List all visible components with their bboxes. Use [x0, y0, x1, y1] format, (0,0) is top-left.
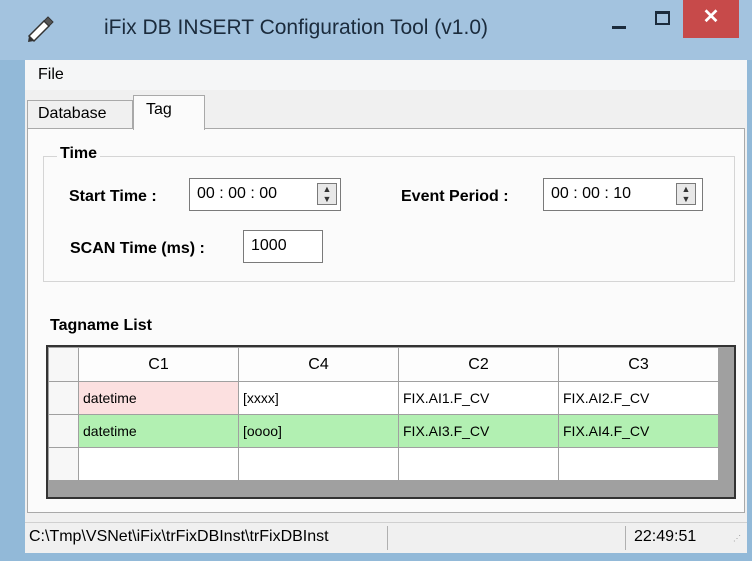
table-header-row: C1 C4 C2 C3	[48, 347, 719, 382]
table-row[interactable]: datetime [oooo] FIX.AI3.F_CV FIX.AI4.F_C…	[48, 414, 719, 448]
table-cell[interactable]: FIX.AI4.F_CV	[558, 414, 719, 448]
table-cell[interactable]: datetime	[78, 414, 239, 448]
status-bar: C:\Tmp\VSNet\iFix\trFixDBInst\trFixDBIns…	[25, 522, 747, 552]
row-header-corner	[48, 347, 79, 382]
row-header[interactable]	[48, 381, 79, 415]
app-window: iFix DB INSERT Configuration Tool (v1.0)…	[0, 0, 752, 561]
event-period-label: Event Period :	[401, 188, 509, 205]
table-cell[interactable]: datetime	[78, 381, 239, 415]
close-icon: ✕	[702, 6, 720, 28]
table-cell[interactable]	[78, 447, 239, 481]
window-title: iFix DB INSERT Configuration Tool (v1.0)	[104, 16, 488, 39]
tagname-list-title: Tagname List	[50, 317, 152, 334]
menu-bar: File	[25, 60, 747, 90]
tab-tag[interactable]: Tag	[133, 95, 205, 130]
resize-grip-icon[interactable]: ⋰	[733, 535, 745, 549]
row-header[interactable]	[48, 414, 79, 448]
status-divider	[387, 526, 388, 550]
client-area: File Database Tag Time Start Time : 00 :…	[25, 60, 747, 553]
table-row[interactable]	[48, 447, 719, 481]
table-cell[interactable]: FIX.AI1.F_CV	[398, 381, 559, 415]
minimize-button[interactable]	[600, 2, 638, 36]
status-path: C:\Tmp\VSNet\iFix\trFixDBInst\trFixDBIns…	[29, 528, 329, 545]
title-bar[interactable]: iFix DB INSERT Configuration Tool (v1.0)…	[0, 0, 752, 60]
table-row[interactable]: datetime [xxxx] FIX.AI1.F_CV FIX.AI2.F_C…	[48, 381, 719, 415]
maximize-icon	[655, 11, 670, 25]
maximize-button[interactable]	[644, 2, 682, 36]
tab-database[interactable]: Database	[27, 100, 133, 128]
time-group-title: Time	[57, 145, 101, 163]
column-header[interactable]: C3	[558, 347, 719, 382]
tagname-grid: C1 C4 C2 C3 datetime [xxxx] FIX.AI1.F_CV…	[46, 345, 736, 499]
event-period-spin-icon[interactable]: ▲ ▼	[676, 183, 696, 205]
table-cell[interactable]: [oooo]	[238, 414, 399, 448]
app-tool-icon	[27, 16, 54, 43]
tagname-table: C1 C4 C2 C3 datetime [xxxx] FIX.AI1.F_CV…	[48, 347, 719, 481]
time-group	[43, 156, 735, 282]
column-header[interactable]: C1	[78, 347, 239, 382]
table-cell[interactable]	[238, 447, 399, 481]
table-cell[interactable]	[558, 447, 719, 481]
start-time-spin-icon[interactable]: ▲ ▼	[317, 183, 337, 205]
start-time-label: Start Time :	[69, 188, 157, 205]
column-header[interactable]: C4	[238, 347, 399, 382]
scan-time-label: SCAN Time (ms) :	[70, 240, 205, 257]
minimize-icon	[612, 26, 626, 29]
table-cell[interactable]: [xxxx]	[238, 381, 399, 415]
close-button[interactable]: ✕	[683, 0, 739, 38]
table-cell[interactable]	[398, 447, 559, 481]
row-header[interactable]	[48, 447, 79, 481]
status-divider	[625, 526, 626, 550]
table-cell[interactable]: FIX.AI2.F_CV	[558, 381, 719, 415]
scan-time-input[interactable]: 1000	[243, 230, 323, 263]
menu-file[interactable]: File	[38, 66, 64, 84]
table-cell[interactable]: FIX.AI3.F_CV	[398, 414, 559, 448]
column-header[interactable]: C2	[398, 347, 559, 382]
status-time: 22:49:51	[634, 528, 697, 545]
